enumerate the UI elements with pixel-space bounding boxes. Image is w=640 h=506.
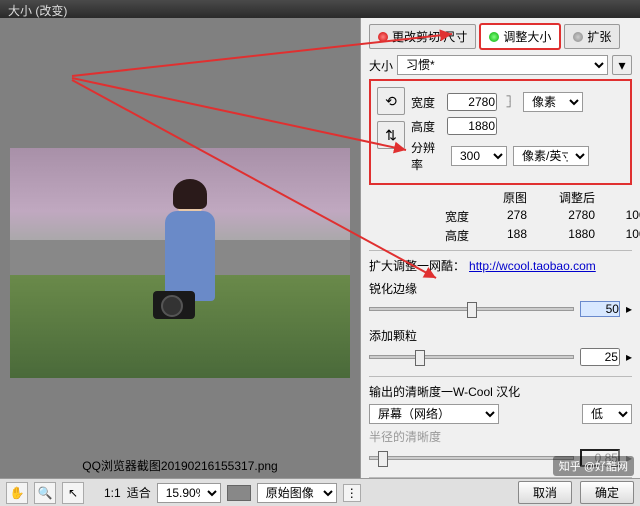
rotate-icon[interactable]: ⟲: [377, 87, 405, 115]
radius-slider: [369, 456, 574, 460]
preset-menu-button[interactable]: ▾: [612, 55, 632, 75]
dot-icon: [573, 32, 583, 42]
settings-panel: 更改剪切/尺寸 调整大小 扩张 大小 习惯* ▾ ⟲ ⇅ 宽度 ┐┘: [360, 18, 640, 478]
width-label: 宽度: [411, 94, 441, 111]
preset-select[interactable]: 习惯*: [397, 55, 608, 75]
sharpen-label: 锐化边缘: [369, 280, 632, 297]
cancel-button[interactable]: 取消: [518, 481, 572, 504]
ok-button[interactable]: 确定: [580, 481, 634, 504]
image-filename: QQ浏览器截图20190216155317.png: [0, 457, 360, 474]
sharpen-value[interactable]: [580, 301, 620, 317]
dimensions-group: ⟲ ⇅ 宽度 ┐┘ 像素 高度: [369, 79, 632, 185]
window-title: 大小 (改变): [8, 4, 67, 18]
bg-color-swatch[interactable]: [227, 485, 251, 501]
grain-slider[interactable]: [369, 355, 574, 359]
sharpen-slider[interactable]: [369, 307, 574, 311]
zoom-tool-icon[interactable]: 🔍: [34, 482, 56, 504]
canvas-area: QQ浏览器截图20190216155317.png: [0, 18, 360, 478]
stepper-icon[interactable]: ▸: [626, 302, 632, 316]
resolution-input[interactable]: 300: [451, 146, 507, 166]
enlarge-label: 扩大调整一网酷：: [369, 257, 465, 274]
options-icon[interactable]: ⋮: [343, 484, 361, 502]
height-label: 高度: [411, 118, 441, 135]
source-select[interactable]: 原始图像: [257, 483, 337, 503]
enlarge-link[interactable]: http://wcool.taobao.com: [469, 259, 596, 273]
size-label: 大小: [369, 57, 393, 74]
resolution-unit-select[interactable]: 像素/英寸: [513, 146, 589, 166]
swap-icon[interactable]: ⇅: [377, 121, 405, 149]
radius-label: 半径的清晰度: [369, 428, 441, 445]
fit-label[interactable]: 适合: [127, 484, 151, 501]
tab-canvas[interactable]: 扩张: [564, 24, 620, 49]
width-unit-select[interactable]: 像素: [523, 92, 583, 112]
width-input[interactable]: [447, 93, 497, 111]
grain-label: 添加颗粒: [369, 327, 632, 344]
footer-toolbar: ✋ 🔍 ↖ 1:1 适合 15.90% 原始图像 ⋮ 取消 确定: [0, 478, 640, 506]
preview-image: [10, 148, 350, 378]
link-icon[interactable]: ┐┘: [503, 91, 517, 113]
resolution-label: 分辨率: [411, 139, 445, 173]
watermark: 知乎 @好酷网: [553, 456, 634, 476]
zoom-select[interactable]: 15.90%: [157, 483, 221, 503]
output-preset-select[interactable]: 屏幕（网络）: [369, 404, 499, 424]
stepper-icon[interactable]: ▸: [626, 350, 632, 364]
tab-crop[interactable]: 更改剪切/尺寸: [369, 24, 476, 49]
output-label: 输出的清晰度一W-Cool 汉化: [369, 383, 632, 400]
title-bar: 大小 (改变): [0, 0, 640, 18]
height-input[interactable]: [447, 117, 497, 135]
dot-icon: [378, 32, 388, 42]
grain-value[interactable]: [580, 348, 620, 366]
dot-icon: [489, 32, 499, 42]
ratio-label[interactable]: 1:1: [104, 486, 121, 500]
output-level-select[interactable]: 低: [582, 404, 632, 424]
hand-tool-icon[interactable]: ✋: [6, 482, 28, 504]
pointer-tool-icon[interactable]: ↖: [62, 482, 84, 504]
tab-resize[interactable]: 调整大小: [480, 24, 560, 49]
info-table: 原图调整后 宽度27827801000% 高度18818801000%: [409, 189, 632, 244]
